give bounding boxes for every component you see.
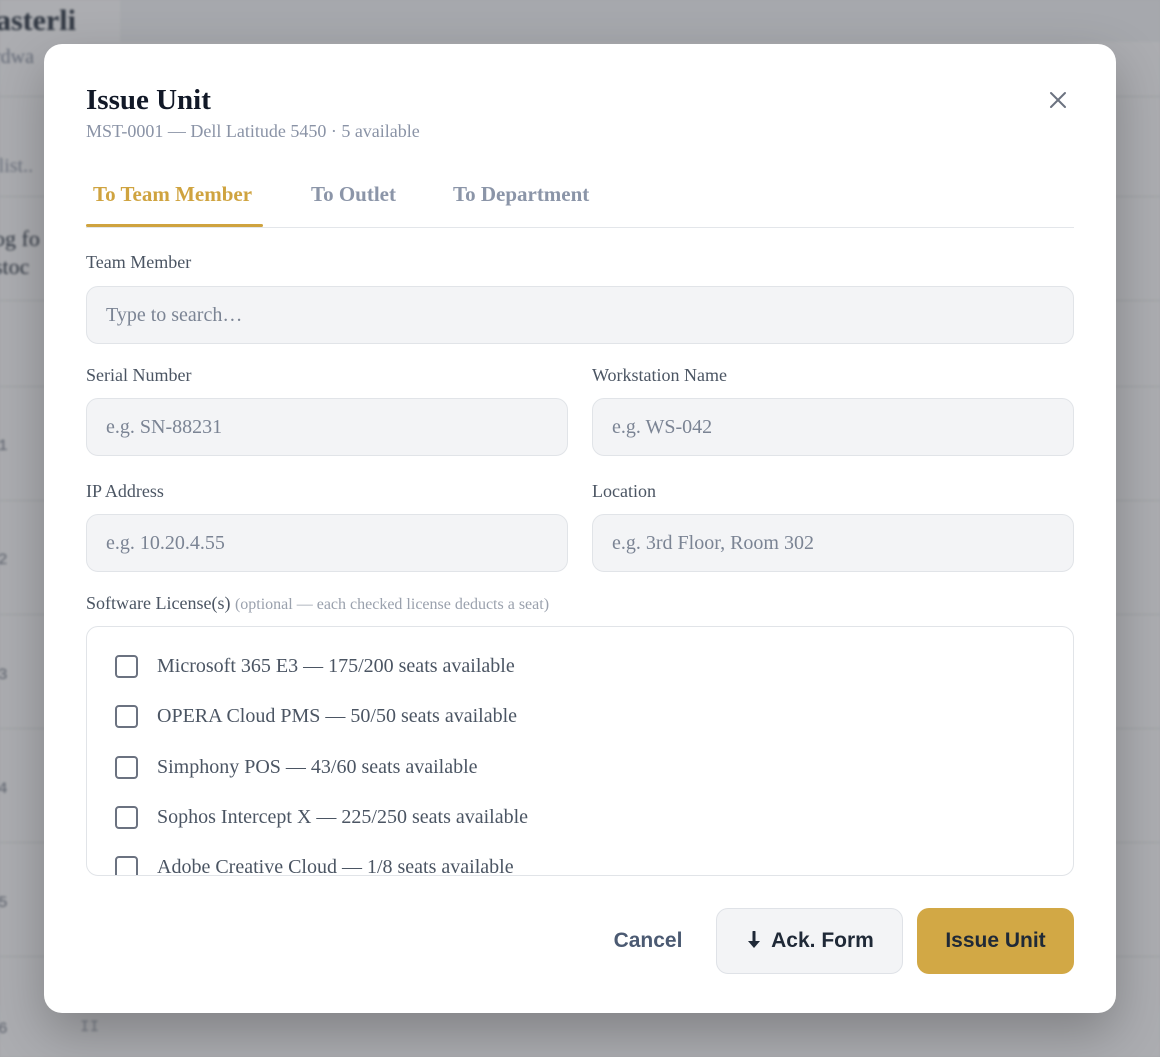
tab-team-member[interactable]: To Team Member	[93, 182, 252, 227]
close-icon	[1050, 92, 1066, 108]
dialog-subtitle: MST-0001 — Dell Latitude 5450 · 5 availa…	[86, 121, 420, 141]
license-label: Simphony POS — 43/60 seats available	[157, 755, 478, 778]
ack-form-label: Ack. Form	[771, 929, 874, 952]
license-item[interactable]: Sophos Intercept X — 225/250 seats avail…	[115, 804, 528, 830]
download-arrow-icon	[748, 931, 761, 948]
cancel-button[interactable]: Cancel	[592, 908, 704, 974]
team-member-label: Team Member	[86, 252, 192, 272]
workstation-name-input[interactable]	[592, 398, 1074, 456]
dialog-title: Issue Unit	[86, 84, 211, 116]
serial-number-input[interactable]	[86, 398, 568, 456]
tab-department[interactable]: To Department	[453, 182, 589, 227]
issue-target-tabs: To Team Member To Outlet To Department	[86, 172, 1074, 228]
license-checkbox[interactable]	[115, 755, 138, 779]
license-label: Sophos Intercept X — 225/250 seats avail…	[157, 805, 529, 828]
license-checkbox[interactable]	[115, 654, 138, 678]
license-item[interactable]: Microsoft 365 E3 — 175/200 seats availab…	[115, 653, 515, 679]
license-label: Microsoft 365 E3 — 175/200 seats availab…	[157, 654, 515, 677]
location-label: Location	[592, 481, 656, 501]
license-item[interactable]: Adobe Creative Cloud — 1/8 seats availab…	[115, 854, 514, 876]
active-tab-indicator	[86, 224, 263, 227]
license-label: OPERA Cloud PMS — 50/50 seats available	[157, 704, 517, 727]
ack-form-button[interactable]: Ack. Form	[716, 908, 903, 974]
license-label: Adobe Creative Cloud — 1/8 seats availab…	[157, 855, 514, 876]
license-checkbox[interactable]	[115, 704, 138, 728]
serial-number-label: Serial Number	[86, 365, 192, 385]
license-item[interactable]: Simphony POS — 43/60 seats available	[115, 754, 478, 780]
license-checkbox[interactable]	[115, 855, 138, 875]
tab-outlet[interactable]: To Outlet	[311, 182, 396, 227]
location-input[interactable]	[592, 514, 1074, 572]
issue-unit-button[interactable]: Issue Unit	[917, 908, 1074, 974]
software-licenses-title: Software License(s)	[86, 593, 231, 613]
software-licenses-hint: (optional — each checked license deducts…	[234, 596, 550, 613]
close-button[interactable]	[1044, 86, 1072, 114]
team-member-search-input[interactable]	[86, 286, 1074, 344]
license-list[interactable]: Microsoft 365 E3 — 175/200 seats availab…	[86, 626, 1074, 876]
issue-unit-dialog: Issue Unit MST-0001 — Dell Latitude 5450…	[44, 44, 1116, 1013]
software-licenses-label: Software License(s) (optional — each che…	[86, 593, 549, 614]
ip-address-input[interactable]	[86, 514, 568, 572]
workstation-name-label: Workstation Name	[592, 365, 728, 385]
ip-address-label: IP Address	[86, 481, 164, 501]
license-item[interactable]: OPERA Cloud PMS — 50/50 seats available	[115, 703, 517, 729]
license-checkbox[interactable]	[115, 805, 138, 829]
